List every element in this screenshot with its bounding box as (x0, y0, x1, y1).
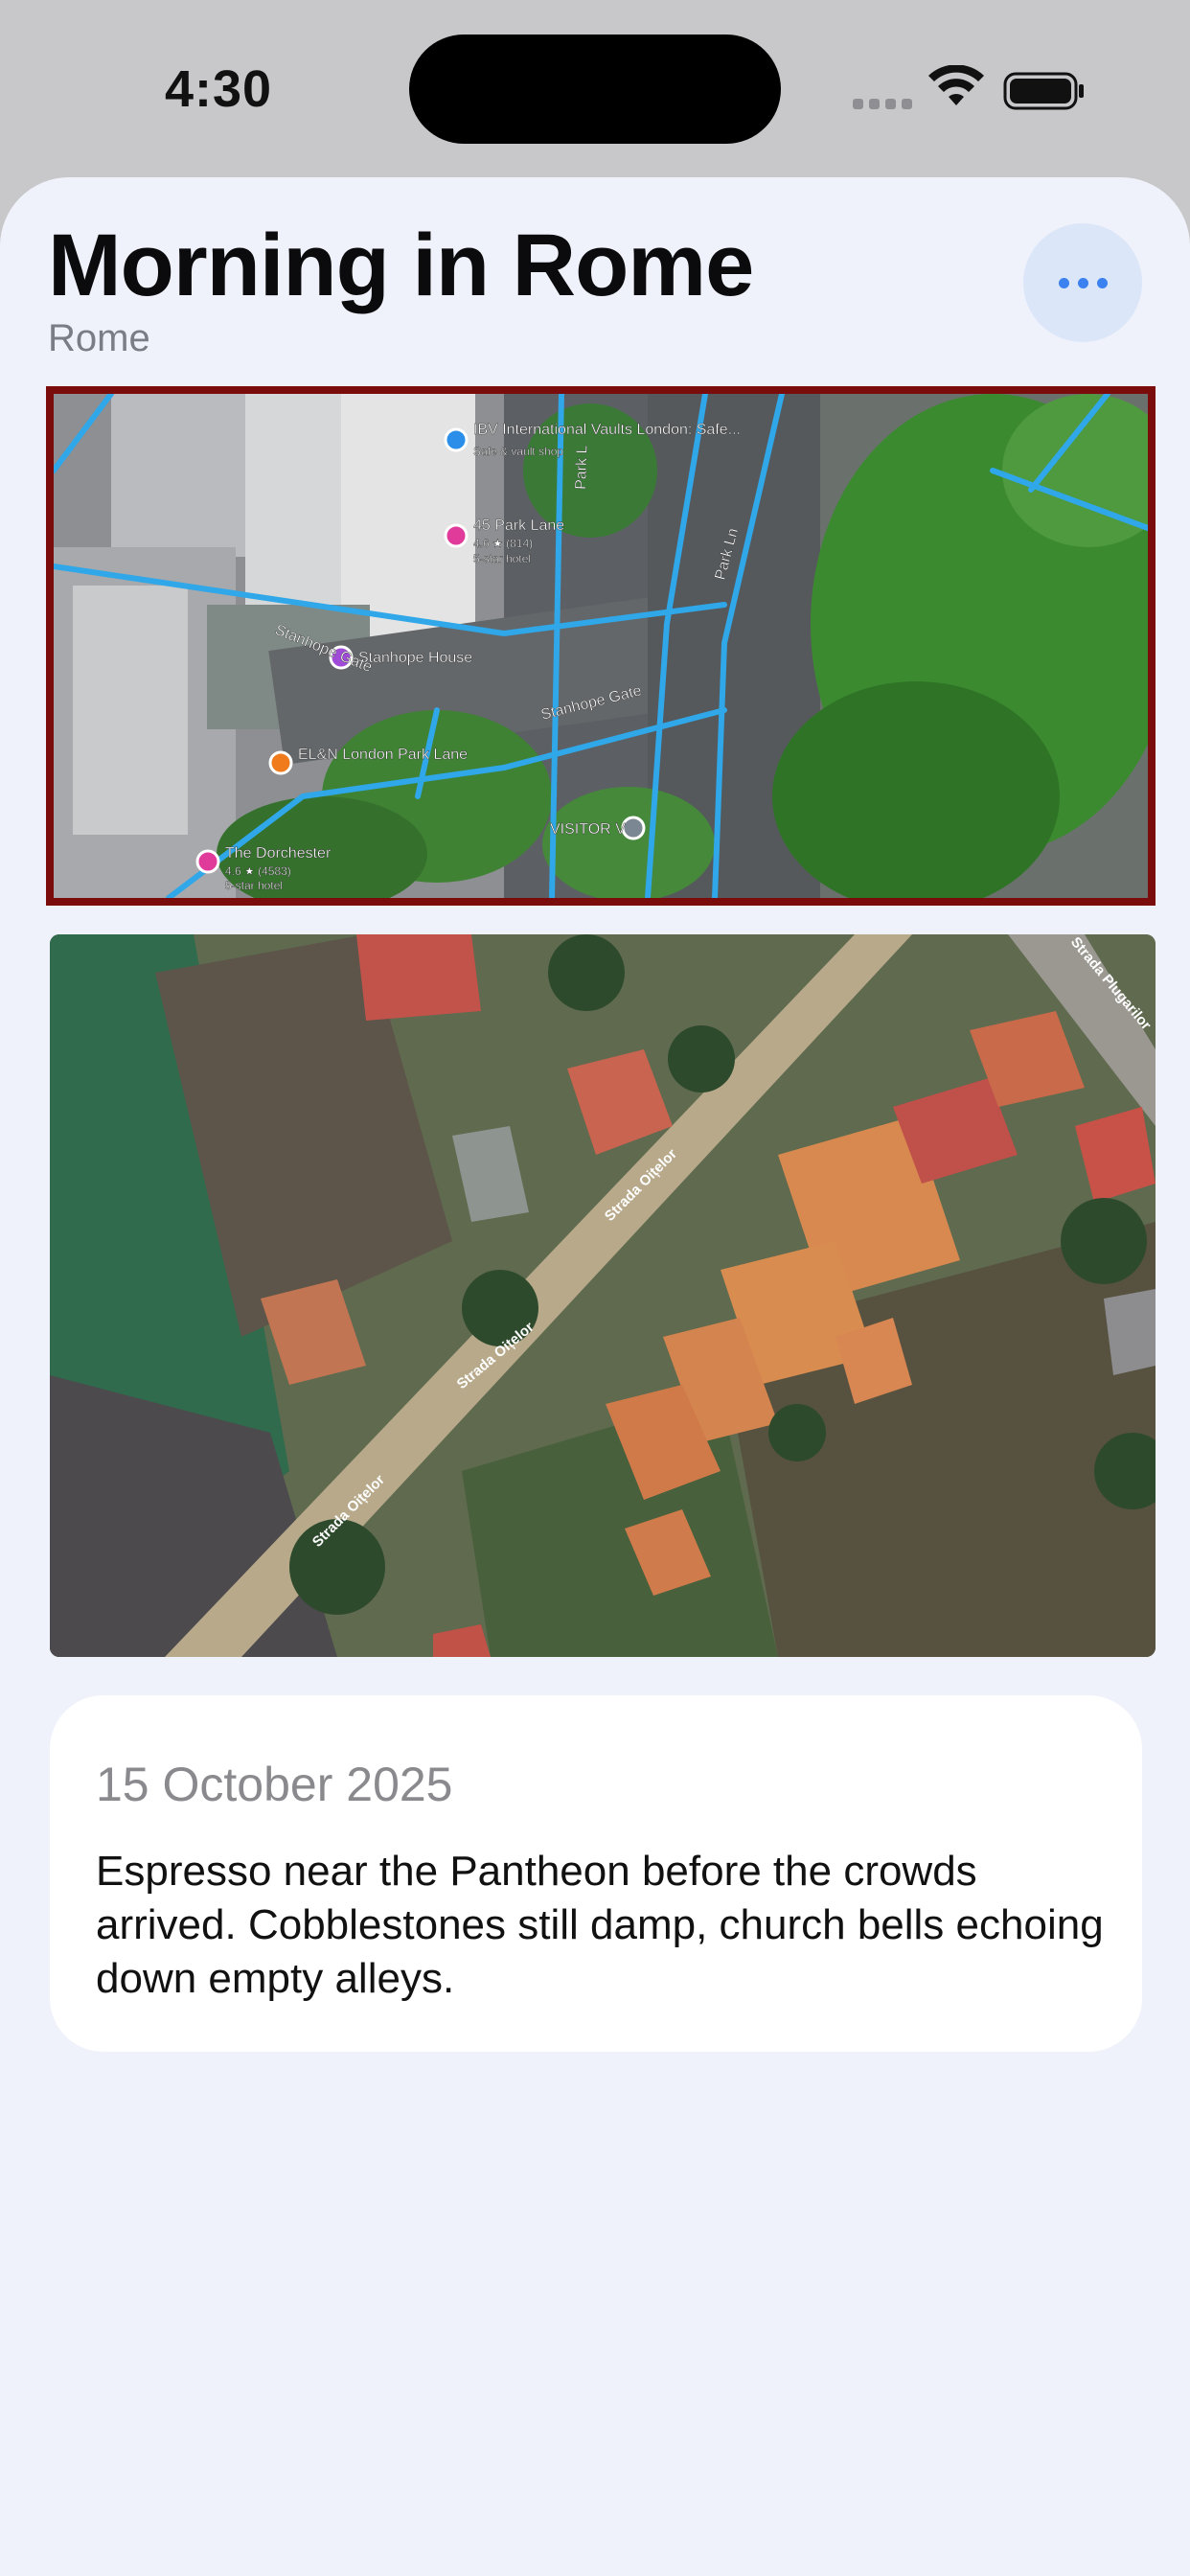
map-label-poi-2: 45 Park Lane (473, 518, 564, 534)
map-label-poi-1: IBV International Vaults London: Safe... (473, 422, 741, 438)
ellipsis-icon (1058, 277, 1069, 288)
screen: 4:30 Morning in Rome Rome IBV Internatio… (0, 0, 1190, 2576)
map-label-poi-5-sub: 5-star hotel (225, 879, 283, 892)
photo-map-3d[interactable]: IBV International Vaults London: Safe...… (46, 386, 1156, 906)
map-label-poi-2-sub: 5-star hotel (473, 552, 531, 565)
aerial-image: Strada Oițelor Strada Oițelor Strada Oiț… (50, 934, 1156, 1657)
note-card[interactable]: 15 October 2025 Espresso near the Panthe… (50, 1695, 1142, 2052)
note-date: 15 October 2025 (96, 1758, 453, 1811)
entry-sheet: Morning in Rome Rome IBV International V… (0, 177, 1190, 2576)
map-label-poi-2-rating: 4.6 ★ (814) (473, 537, 533, 550)
location-subtitle: Rome (48, 317, 150, 359)
photo-aerial[interactable]: Strada Oițelor Strada Oițelor Strada Oiț… (50, 934, 1156, 1657)
map-label-poi-5-rating: 4.6 ★ (4583) (225, 864, 291, 878)
wifi-icon (928, 65, 984, 105)
status-time: 4:30 (165, 60, 273, 118)
page-title: Morning in Rome (48, 217, 754, 314)
map-label-poi-1-sub: Safe & vault shop (473, 445, 563, 458)
map-label-poi-3: Stanhope House (358, 650, 472, 666)
dynamic-island (409, 34, 781, 144)
map-label-road-4: Park L (573, 445, 591, 490)
map-3d-image: IBV International Vaults London: Safe...… (54, 394, 1148, 898)
status-bar: 4:30 (0, 0, 1190, 178)
battery-icon (1003, 72, 1084, 110)
cellular-signal-icon (853, 94, 914, 113)
note-text: Espresso near the Pantheon before the cr… (96, 1848, 1104, 2002)
map-label-poi-5: The Dorchester (225, 845, 332, 862)
more-options-button[interactable] (1023, 223, 1142, 342)
map-label-poi-6: VISITOR V (550, 821, 626, 838)
map-label-poi-4: EL&N London Park Lane (298, 747, 468, 763)
